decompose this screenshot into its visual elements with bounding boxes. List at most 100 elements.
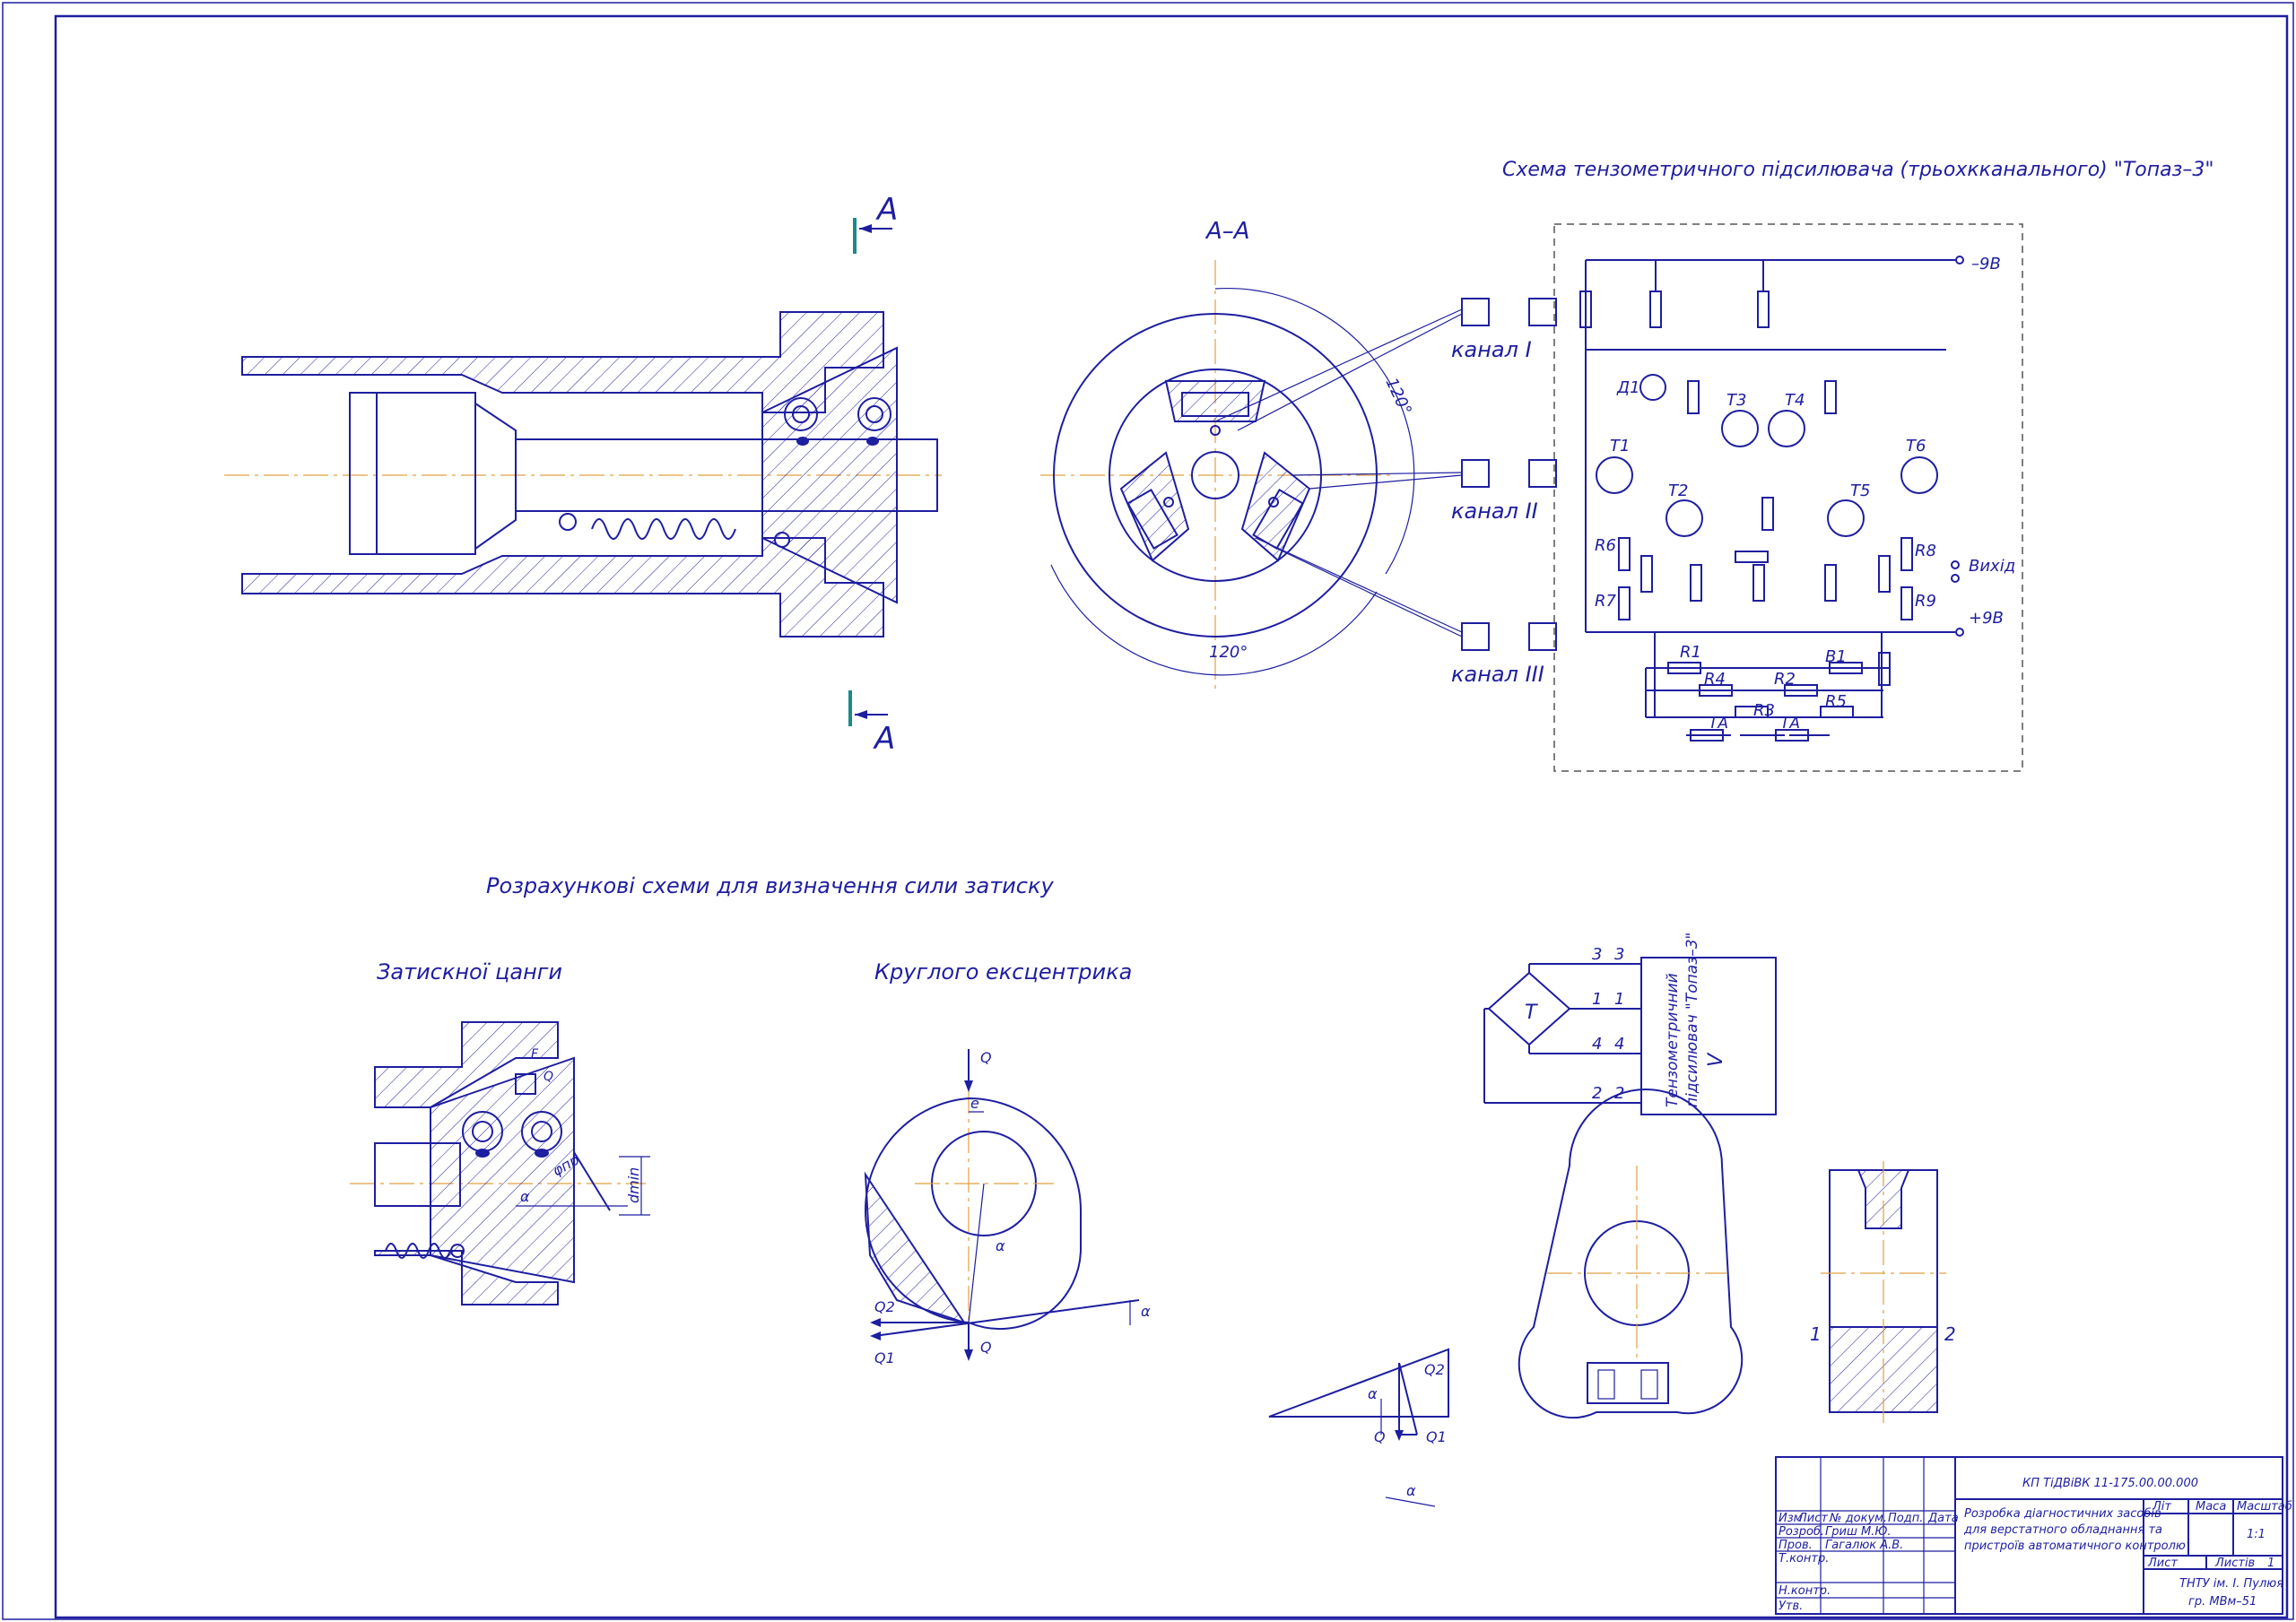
description-line2: для верстатного обладнання та [1963, 1523, 2162, 1537]
switch-b1-label: В1 [1825, 647, 1847, 666]
section-a-a-view: А–А 120° 120° [1040, 218, 1463, 690]
eccentric-front-view [1518, 1089, 1744, 1419]
side-mark-1: 1 [1810, 1323, 1822, 1345]
angle-label-bottom: 120° [1209, 643, 1248, 662]
drawing-sheet: А А А–А 120° 120° канал I канал II канал… [2, 2, 2294, 1620]
org-line2: гр. МВм–51 [2188, 1595, 2257, 1609]
outer-frame [2, 2, 2294, 1620]
description-line3: пристроїв автоматичного контролю [1964, 1540, 2186, 1553]
resistor-r6-label: R6 [1595, 536, 1616, 555]
transistor-t3-label: Т3 [1726, 391, 1746, 410]
collet-dmin-label: dmin [625, 1167, 642, 1203]
sensor-ta2-label: ТА [1780, 715, 1800, 733]
triangle-q2-label: Q2 [1424, 1361, 1445, 1378]
resistor-r7-label: R7 [1595, 592, 1617, 611]
eccentric-q-bottom-label: Q [980, 1339, 992, 1356]
resistor-r2-label: R2 [1774, 670, 1796, 689]
transistor-t6-label: Т6 [1906, 437, 1926, 455]
pin-right-4: 4 [1614, 1035, 1624, 1054]
pin-right-1: 1 [1614, 990, 1624, 1009]
transistor-t4-label: Т4 [1785, 391, 1805, 410]
name-developer: Гриш М.Ю. [1825, 1525, 1892, 1539]
channel-2-label: канал II [1451, 499, 1538, 524]
triangle-alpha-label: α [1368, 1385, 1378, 1402]
amplifier-schematic: Схема тензометричного підсилювача (трьох… [1502, 159, 2213, 772]
triangle-q1-label: Q1 [1426, 1428, 1447, 1445]
resistor-r3-label: R3 [1753, 701, 1775, 720]
eccentric-a-right-label: α [1141, 1303, 1151, 1320]
resistor-r9-label: R9 [1915, 592, 1936, 611]
pin-left-4: 4 [1592, 1035, 1602, 1054]
title-block: КП ТіДВіВК 11-175.00.00.000 Розробка діа… [1775, 1456, 2292, 1615]
resistor-r5-label: R5 [1825, 692, 1847, 711]
supply-positive-label: +9В [1969, 609, 2004, 628]
eccentric-q-top-label: Q [980, 1049, 992, 1066]
org-line1: ТНТУ ім. І. Пулюя [2179, 1577, 2283, 1591]
resistor-r1-label: R1 [1680, 643, 1701, 662]
col-mass: Маса [2196, 1500, 2226, 1514]
device-v-label: V [1705, 1052, 1727, 1067]
section-letter-bottom: А [873, 721, 895, 757]
diode-label: Д1 [1616, 378, 1640, 397]
transistor-t2-label: Т2 [1668, 481, 1688, 500]
triangle-a-label: α [1406, 1482, 1416, 1499]
sheets-count: 1 [2267, 1557, 2274, 1570]
amplifier-title: Схема тензометричного підсилювача (трьох… [1502, 159, 2213, 181]
section-mark-bottom: А [848, 690, 895, 757]
eccentric-calc-scheme: Q e α Q2 Q1 Q α [864, 1049, 1151, 1366]
eccentric-alpha-label: α [996, 1237, 1005, 1254]
resistor-r8-label: R8 [1915, 542, 1936, 560]
header-list: Лист [1797, 1512, 1828, 1525]
supply-negative-label: –9В [1971, 255, 2001, 273]
section-view-title: А–А [1205, 218, 1250, 245]
eccentric-scheme-title: Круглого ексцентрика [874, 959, 1132, 984]
collet-alpha-label: α [520, 1188, 530, 1205]
device-label-line2: підсилювач "Топаз–3" [1683, 932, 1701, 1107]
bridge-sensor-label: T [1525, 1002, 1538, 1024]
triangle-q-label: Q [1374, 1428, 1386, 1445]
sensor-ta1-label: ТА [1709, 715, 1728, 733]
eccentric-q2-label: Q2 [874, 1298, 895, 1315]
channel-3-label: канал III [1451, 662, 1544, 687]
header-sign: Подп. [1888, 1512, 1923, 1525]
collet-assembly-view [224, 311, 942, 638]
pin-right-3: 3 [1614, 945, 1624, 964]
inner-frame [54, 14, 2289, 1619]
pin-left-3: 3 [1592, 945, 1602, 964]
collet-calc-scheme: dmin φпр α F Q [350, 1021, 650, 1305]
section-letter-top: А [875, 192, 898, 228]
collet-q-label: Q [544, 1070, 553, 1084]
col-scale: Масштаб [2237, 1500, 2292, 1514]
section-mark-top: А [853, 192, 898, 254]
pin-left-1: 1 [1592, 990, 1602, 1009]
transistor-t1-label: Т1 [1610, 437, 1630, 455]
channel-boxes: канал I канал II канал III [1451, 298, 1557, 687]
col-lit: Літ [2152, 1500, 2171, 1514]
eccentric-e-label: e [970, 1095, 979, 1112]
angle-label-top: 120° [1381, 375, 1414, 418]
calc-heading: Розрахункові схеми для визначення сили з… [486, 873, 1054, 898]
eccentric-q1-label: Q1 [874, 1349, 895, 1366]
role-approved: Утв. [1779, 1600, 1803, 1613]
side-mark-2: 2 [1944, 1323, 1956, 1345]
role-developer: Розроб. [1779, 1525, 1824, 1539]
scale-value: 1:1 [2247, 1528, 2266, 1541]
device-label-line1: Тензометричний [1664, 973, 1682, 1107]
role-checker: Пров. [1779, 1539, 1813, 1552]
side-view: 1 2 [1810, 1161, 1956, 1426]
sheets-label: Листів [2214, 1557, 2255, 1570]
role-tcontrol: Т.контр. [1779, 1552, 1829, 1566]
role-ncontrol: Н.контр. [1779, 1584, 1831, 1598]
bridge-circuit: T 3 1 4 2 3 1 4 2 Тензометричний підсилю… [1483, 932, 1777, 1115]
channel-1-label: канал I [1451, 337, 1532, 362]
pin-left-2: 2 [1592, 1084, 1602, 1103]
force-triangle: α Q2 Q Q1 α [1268, 1348, 1449, 1507]
doc-code: КП ТіДВіВК 11-175.00.00.000 [2022, 1477, 2198, 1490]
output-label: Вихід [1969, 557, 2015, 576]
description-line1: Розробка діагностичних засобів [1964, 1507, 2161, 1521]
collet-force-label: F [531, 1047, 539, 1062]
header-doc: № докум. [1829, 1512, 1887, 1525]
resistor-r4-label: R4 [1704, 670, 1726, 689]
collet-scheme-title: Затискної цанги [377, 959, 562, 984]
name-checker: Гагалюк А.В. [1825, 1539, 1903, 1552]
